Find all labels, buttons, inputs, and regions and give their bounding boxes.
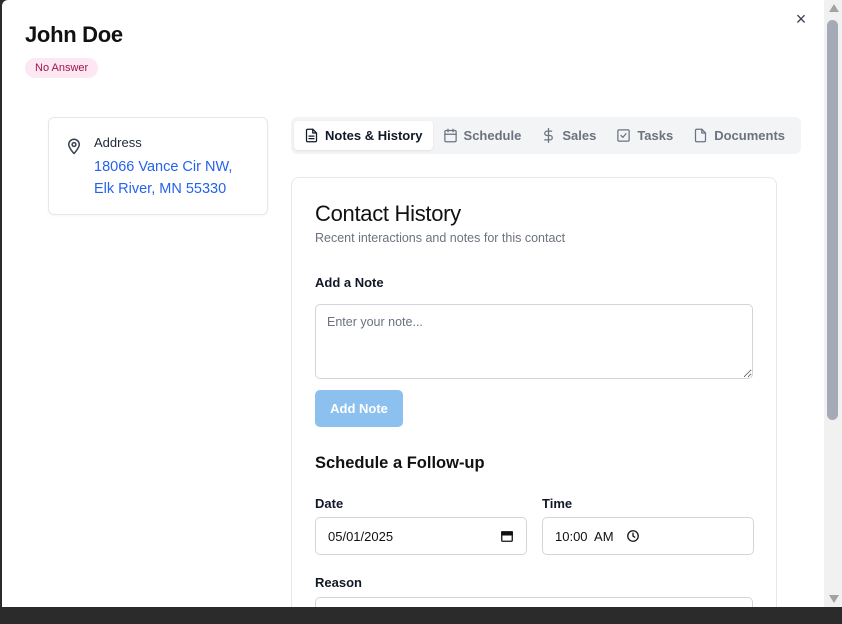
close-icon[interactable]: × (792, 10, 810, 28)
note-label: Add a Note (315, 275, 384, 290)
checkbox-icon (617, 129, 631, 142)
address-link[interactable]: 18066 Vance Cir NW, Elk River, MN 55330 (94, 156, 232, 200)
tab-label: Documents (714, 128, 786, 143)
scroll-thumb[interactable] (827, 20, 838, 420)
reason-label: Reason (315, 575, 362, 590)
scroll-down-arrow-icon[interactable] (829, 595, 839, 603)
tab-bar: Notes & History Schedule Sales Tasks Doc… (291, 117, 801, 154)
tab-label: Sales (562, 128, 597, 143)
vertical-scrollbar[interactable] (824, 0, 842, 607)
address-line-2[interactable]: Elk River, MN 55330 (94, 178, 232, 200)
add-note-button[interactable]: Add Note (315, 390, 403, 427)
time-value: 10:00 AM (555, 528, 614, 544)
note-textarea[interactable] (315, 304, 753, 379)
clock-icon[interactable] (626, 529, 640, 543)
tab-sales[interactable]: Sales (531, 121, 606, 150)
date-label: Date (315, 496, 344, 511)
panel-subtitle: Recent interactions and notes for this c… (315, 231, 566, 245)
followup-title: Schedule a Follow-up (315, 454, 485, 472)
tab-notes-history[interactable]: Notes & History (294, 121, 433, 150)
document-icon (305, 128, 318, 143)
calendar-icon[interactable] (500, 529, 514, 543)
contact-modal: × John Doe No Answer Address 18066 Vance… (2, 0, 824, 607)
calendar-icon (443, 128, 457, 143)
address-line-1[interactable]: 18066 Vance Cir NW, (94, 156, 232, 178)
tab-tasks[interactable]: Tasks (606, 121, 683, 150)
file-icon (695, 128, 707, 143)
contact-history-panel: Contact History Recent interactions and … (291, 177, 777, 607)
tab-schedule[interactable]: Schedule (433, 121, 532, 150)
map-pin-icon (68, 138, 80, 155)
contact-name: John Doe (25, 22, 123, 47)
address-label: Address (94, 135, 142, 150)
address-card: Address 18066 Vance Cir NW, Elk River, M… (48, 117, 268, 215)
tab-documents[interactable]: Documents (683, 121, 795, 150)
date-input[interactable]: 05/01/2025 (315, 517, 527, 555)
status-badge: No Answer (25, 58, 99, 78)
time-label: Time (542, 496, 573, 511)
tab-label: Notes & History (325, 128, 423, 143)
scroll-up-arrow-icon[interactable] (829, 4, 839, 12)
tab-label: Schedule (463, 128, 522, 143)
time-input[interactable]: 10:00 AM (542, 517, 754, 555)
panel-title: Contact History (315, 201, 461, 226)
reason-input[interactable] (315, 597, 753, 607)
dollar-icon (544, 128, 554, 143)
date-value: 05/01/2025 (328, 528, 394, 544)
tab-label: Tasks (637, 128, 674, 143)
